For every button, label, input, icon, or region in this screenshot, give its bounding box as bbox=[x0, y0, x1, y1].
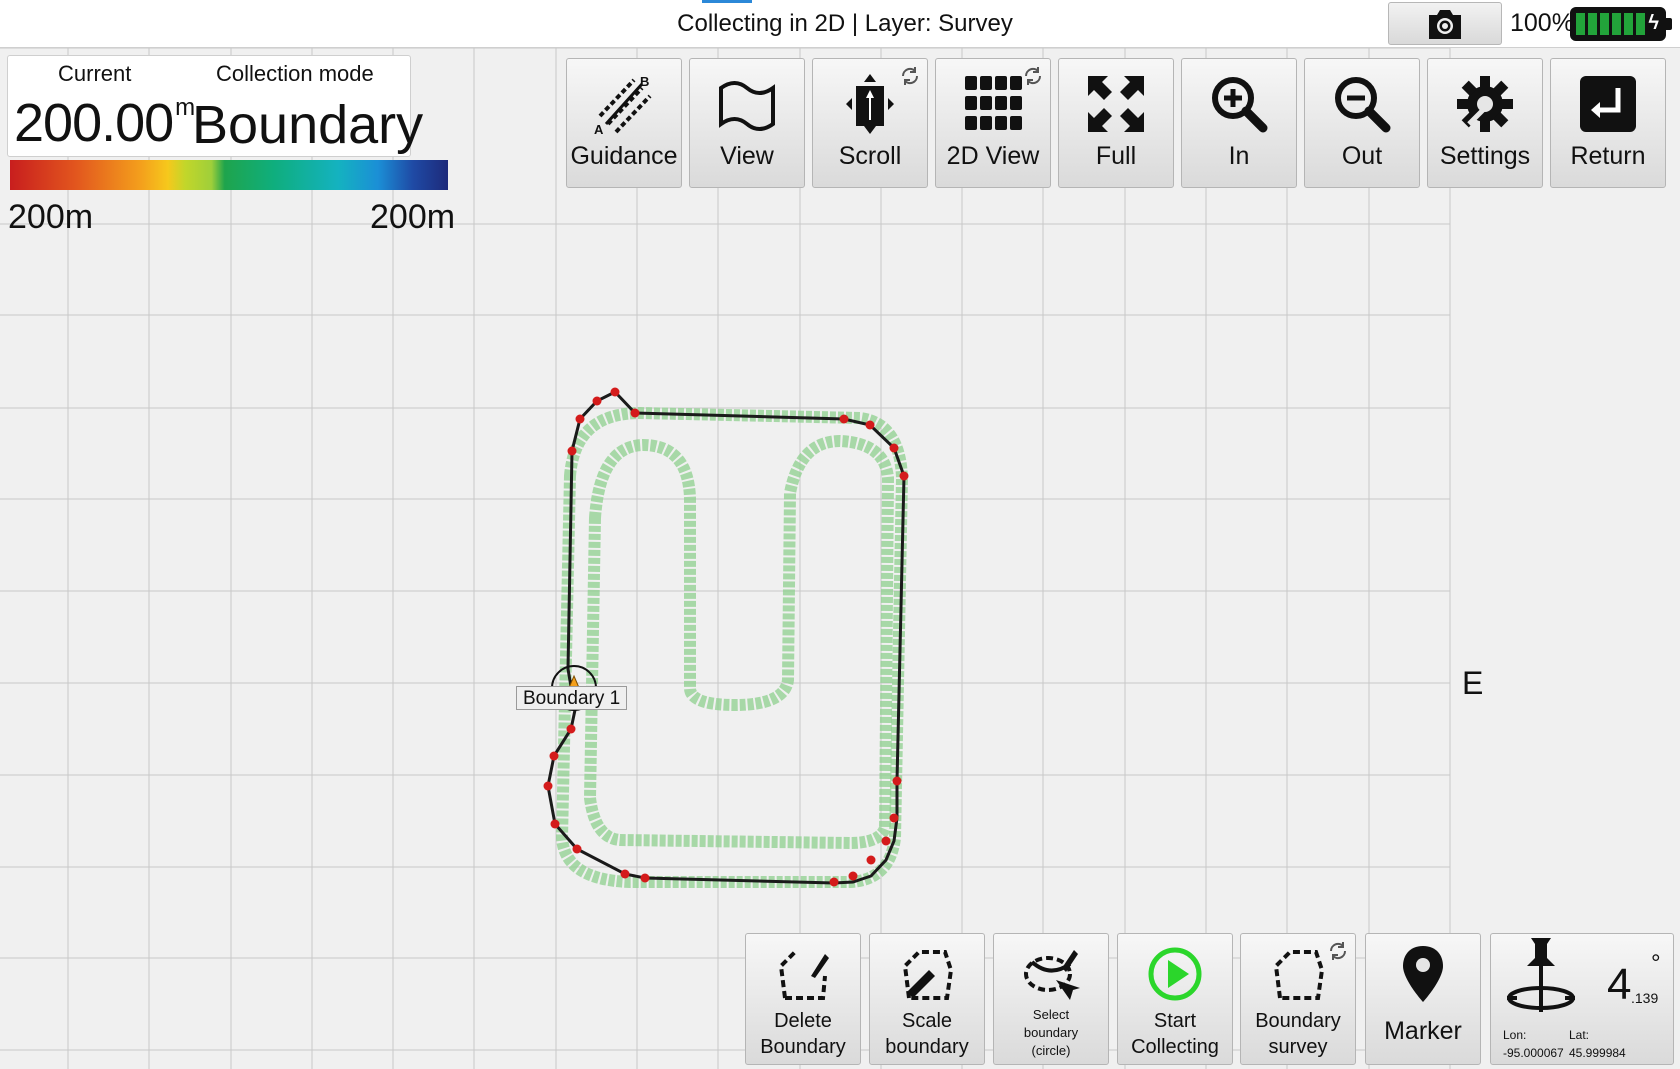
boundary-polygon[interactable] bbox=[543, 387, 909, 887]
delete-boundary-label: Delete Boundary bbox=[760, 1010, 846, 1058]
view-button[interactable]: View bbox=[689, 58, 805, 188]
grid-icon bbox=[965, 76, 1022, 130]
pushpin-target-icon bbox=[1507, 938, 1575, 1012]
full-extent-button[interactable]: Full bbox=[1058, 58, 1174, 188]
gear-icon bbox=[1457, 76, 1513, 132]
select-boundary-circle-button[interactable]: Select boundary (circle) bbox=[993, 933, 1109, 1065]
marker-button[interactable]: Marker bbox=[1365, 933, 1481, 1065]
delete-boundary-button[interactable]: Delete Boundary bbox=[745, 933, 861, 1065]
marker-label: Marker bbox=[1384, 1017, 1462, 1045]
svg-text:B: B bbox=[640, 74, 649, 89]
title-accent bbox=[702, 0, 752, 3]
full-button-label: Full bbox=[1095, 142, 1137, 170]
delete-boundary-icon bbox=[778, 950, 829, 1000]
current-value: 200.00 bbox=[14, 93, 174, 153]
gps-position-button[interactable]: 4 .139 ° Lon: -95.000067 Lat: 45.999984 bbox=[1490, 933, 1674, 1065]
compass-east-label: E bbox=[1462, 665, 1484, 701]
start-collecting-button[interactable]: Start Collecting bbox=[1117, 933, 1233, 1065]
zoom-out-button[interactable]: Out bbox=[1304, 58, 1420, 188]
view-button-label: View bbox=[720, 142, 774, 170]
screenshot-button[interactable] bbox=[1388, 2, 1502, 45]
zoom-in-button[interactable]: In bbox=[1181, 58, 1297, 188]
lat-label: Lat: bbox=[1569, 1028, 1590, 1042]
info-panel: Current Collection mode 200.00m Boundary bbox=[7, 55, 423, 157]
guidance-button[interactable]: B A Guidance bbox=[566, 58, 682, 188]
collection-mode-label: Collection mode bbox=[216, 61, 374, 86]
guidance-button-label: Guidance bbox=[570, 142, 678, 170]
scale-boundary-icon bbox=[902, 950, 954, 1000]
map-pin-icon bbox=[1403, 946, 1443, 1002]
map-grid bbox=[0, 48, 1451, 1069]
heading-degree: 4 bbox=[1607, 960, 1632, 1009]
zoom-in-icon bbox=[1212, 77, 1268, 133]
2d-view-button[interactable]: 2D View bbox=[935, 58, 1051, 188]
select-circle-icon bbox=[1024, 950, 1080, 1000]
collection-mode-value: Boundary bbox=[192, 95, 424, 155]
return-button-label: Return bbox=[1570, 142, 1646, 170]
coverage-path bbox=[555, 406, 909, 888]
map-canvas[interactable] bbox=[0, 48, 1680, 1069]
lon-value: -95.000067 bbox=[1503, 1046, 1564, 1060]
current-label: Current bbox=[58, 61, 132, 86]
boundary-survey-icon bbox=[1273, 950, 1325, 1000]
return-button[interactable]: Return bbox=[1550, 58, 1666, 188]
legend-max-label: 200m bbox=[370, 198, 456, 236]
boundary-vertices bbox=[543, 387, 909, 887]
play-icon bbox=[1148, 947, 1202, 1001]
scroll-button-label: Scroll bbox=[838, 142, 902, 170]
svg-text:A: A bbox=[594, 122, 604, 136]
2d-view-button-label: 2D View bbox=[946, 142, 1040, 170]
zoom-out-icon bbox=[1335, 77, 1391, 133]
expand-icon bbox=[1088, 76, 1144, 132]
scroll-arrows-icon bbox=[846, 74, 894, 134]
scale-boundary-label: Scale boundary bbox=[885, 1010, 969, 1058]
map-icon bbox=[719, 81, 775, 131]
heading-degree-fraction: .139 bbox=[1631, 990, 1659, 1006]
boundary-survey-label: Boundary survey bbox=[1255, 1010, 1341, 1058]
camera-icon bbox=[1429, 9, 1461, 39]
title-bar: Collecting in 2D | Layer: Survey 100% ϟ bbox=[0, 0, 1680, 48]
boundary-name-label: Boundary 1 bbox=[516, 686, 628, 710]
lat-value: 45.999984 bbox=[1569, 1046, 1626, 1060]
scroll-button[interactable]: Scroll bbox=[812, 58, 928, 188]
boundary-survey-button[interactable]: Boundary survey bbox=[1240, 933, 1356, 1065]
scale-boundary-button[interactable]: Scale boundary bbox=[869, 933, 985, 1065]
color-legend-bar bbox=[10, 160, 448, 190]
settings-button-label: Settings bbox=[1439, 142, 1531, 170]
guidance-ab-icon: B A bbox=[594, 74, 652, 136]
zoom-out-button-label: Out bbox=[1341, 142, 1383, 170]
legend-min-label: 200m bbox=[8, 198, 94, 236]
start-collecting-label: Start Collecting bbox=[1131, 1010, 1219, 1058]
return-icon bbox=[1580, 76, 1636, 132]
battery-percent: 100% bbox=[1510, 9, 1574, 37]
heading-degree-symbol: ° bbox=[1651, 950, 1661, 977]
battery-icon: ϟ bbox=[1570, 7, 1672, 41]
lon-label: Lon: bbox=[1503, 1028, 1527, 1042]
current-value-wrap: 200.00m bbox=[14, 92, 195, 154]
zoom-in-button-label: In bbox=[1228, 142, 1250, 170]
select-boundary-label: Select boundary (circle) bbox=[1023, 1007, 1079, 1058]
settings-button[interactable]: Settings bbox=[1427, 58, 1543, 188]
